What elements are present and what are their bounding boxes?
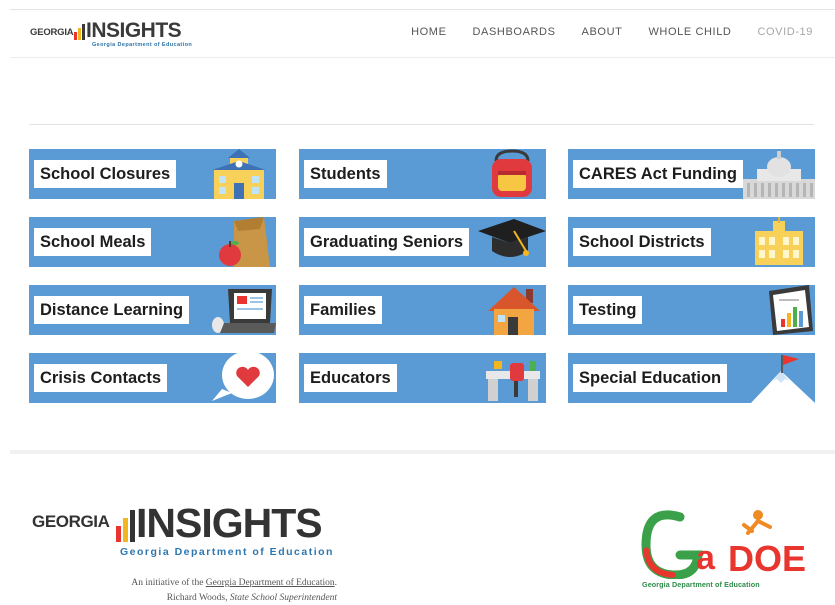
graduation-cap-icon	[478, 219, 546, 257]
gadoe-logo-graphic-icon: a DOE	[641, 510, 806, 580]
logo-insights-text: INSIGHTS	[86, 19, 182, 42]
logo-subtitle: Georgia Department of Education	[92, 42, 193, 48]
svg-text:a: a	[696, 539, 716, 577]
tile-families[interactable]: Families	[299, 285, 546, 335]
superintendent-name: Richard Woods,	[166, 593, 230, 603]
header-logo[interactable]: GEORGIA INSIGHTS Georgia Department of E…	[30, 19, 200, 50]
footer-logo[interactable]: GEORGIA INSIGHTS Georgia Department of E…	[32, 500, 342, 559]
content-divider	[29, 124, 814, 125]
tile-crisis-contacts[interactable]: Crisis Contacts	[29, 353, 276, 403]
tile-label: Students	[304, 160, 387, 188]
footer-logo-insights-text: INSIGHTS	[136, 500, 323, 546]
lunch-bag-apple-icon	[219, 217, 270, 267]
tile-school-meals[interactable]: School Meals	[29, 217, 276, 267]
capitol-building-icon	[743, 151, 815, 199]
tile-label: Testing	[573, 296, 643, 324]
gadoe-logo[interactable]: a DOE Georgia Department of Education	[640, 503, 810, 593]
tile-school-closures[interactable]: School Closures	[29, 149, 276, 199]
logo-georgia-text: GEORGIA	[30, 27, 74, 38]
tile-label: Educators	[304, 364, 397, 392]
footer-logo-georgia-text: GEORGIA	[32, 512, 110, 531]
tile-label: Crisis Contacts	[34, 364, 168, 392]
clipboard-chart-icon	[769, 285, 813, 335]
tile-special-education[interactable]: Special Education	[568, 353, 815, 403]
initiative-line: An initiative of the Georgia Department …	[90, 576, 337, 591]
school-building-icon	[212, 149, 266, 199]
tile-graduating-seniors[interactable]: Graduating Seniors	[299, 217, 546, 267]
tile-label: CARES Act Funding	[573, 160, 743, 188]
footer-logo-subtitle: Georgia Department of Education	[120, 546, 334, 558]
heart-speech-bubble-icon	[212, 353, 274, 401]
tile-label: School Closures	[34, 160, 177, 188]
svg-text:DOE: DOE	[728, 538, 806, 579]
nav-about[interactable]: ABOUT	[582, 26, 623, 38]
tile-label: Special Education	[573, 364, 728, 392]
tile-label: Families	[304, 296, 383, 324]
tile-label: Distance Learning	[34, 296, 190, 324]
tile-testing[interactable]: Testing	[568, 285, 815, 335]
initiative-suffix: .	[334, 578, 337, 588]
tile-distance-learning[interactable]: Distance Learning	[29, 285, 276, 335]
gadoe-link[interactable]: Georgia Department of Education	[206, 578, 335, 588]
laptop-icon	[212, 289, 276, 333]
main-nav: HOME DASHBOARDS ABOUT WHOLE CHILD COVID-…	[411, 26, 813, 38]
tile-label: School Meals	[34, 228, 152, 256]
tile-school-districts[interactable]: School Districts	[568, 217, 815, 267]
nav-whole-child[interactable]: WHOLE CHILD	[648, 26, 731, 38]
tile-label: Graduating Seniors	[304, 228, 470, 256]
tile-educators[interactable]: Educators	[299, 353, 546, 403]
tile-label: School Districts	[573, 228, 711, 256]
nav-covid-19[interactable]: COVID-19	[757, 26, 813, 38]
nav-dashboards[interactable]: DASHBOARDS	[473, 26, 556, 38]
logo-bars-icon	[74, 24, 85, 40]
gadoe-logo-text: Georgia Department of Education	[642, 580, 760, 589]
superintendent-line: Richard Woods, State School Superintende…	[90, 591, 337, 605]
site-header: GEORGIA INSIGHTS Georgia Department of E…	[10, 10, 835, 58]
superintendent-title: State School Superintendent	[229, 593, 337, 603]
district-building-icon	[755, 217, 803, 265]
nav-home[interactable]: HOME	[411, 26, 446, 38]
house-icon	[488, 287, 540, 335]
initiative-text: An initiative of the Georgia Department …	[90, 576, 337, 605]
footer-logo-bars-icon	[116, 510, 135, 542]
page: GEORGIA INSIGHTS Georgia Department of E…	[0, 0, 835, 605]
tile-students[interactable]: Students	[299, 149, 546, 199]
mountain-flag-icon	[751, 355, 815, 403]
initiative-prefix: An initiative of the	[131, 578, 206, 588]
backpack-icon	[492, 149, 532, 197]
teacher-desk-icon	[486, 361, 540, 401]
footer-separator	[10, 450, 835, 454]
tile-cares-act-funding[interactable]: CARES Act Funding	[568, 149, 815, 199]
